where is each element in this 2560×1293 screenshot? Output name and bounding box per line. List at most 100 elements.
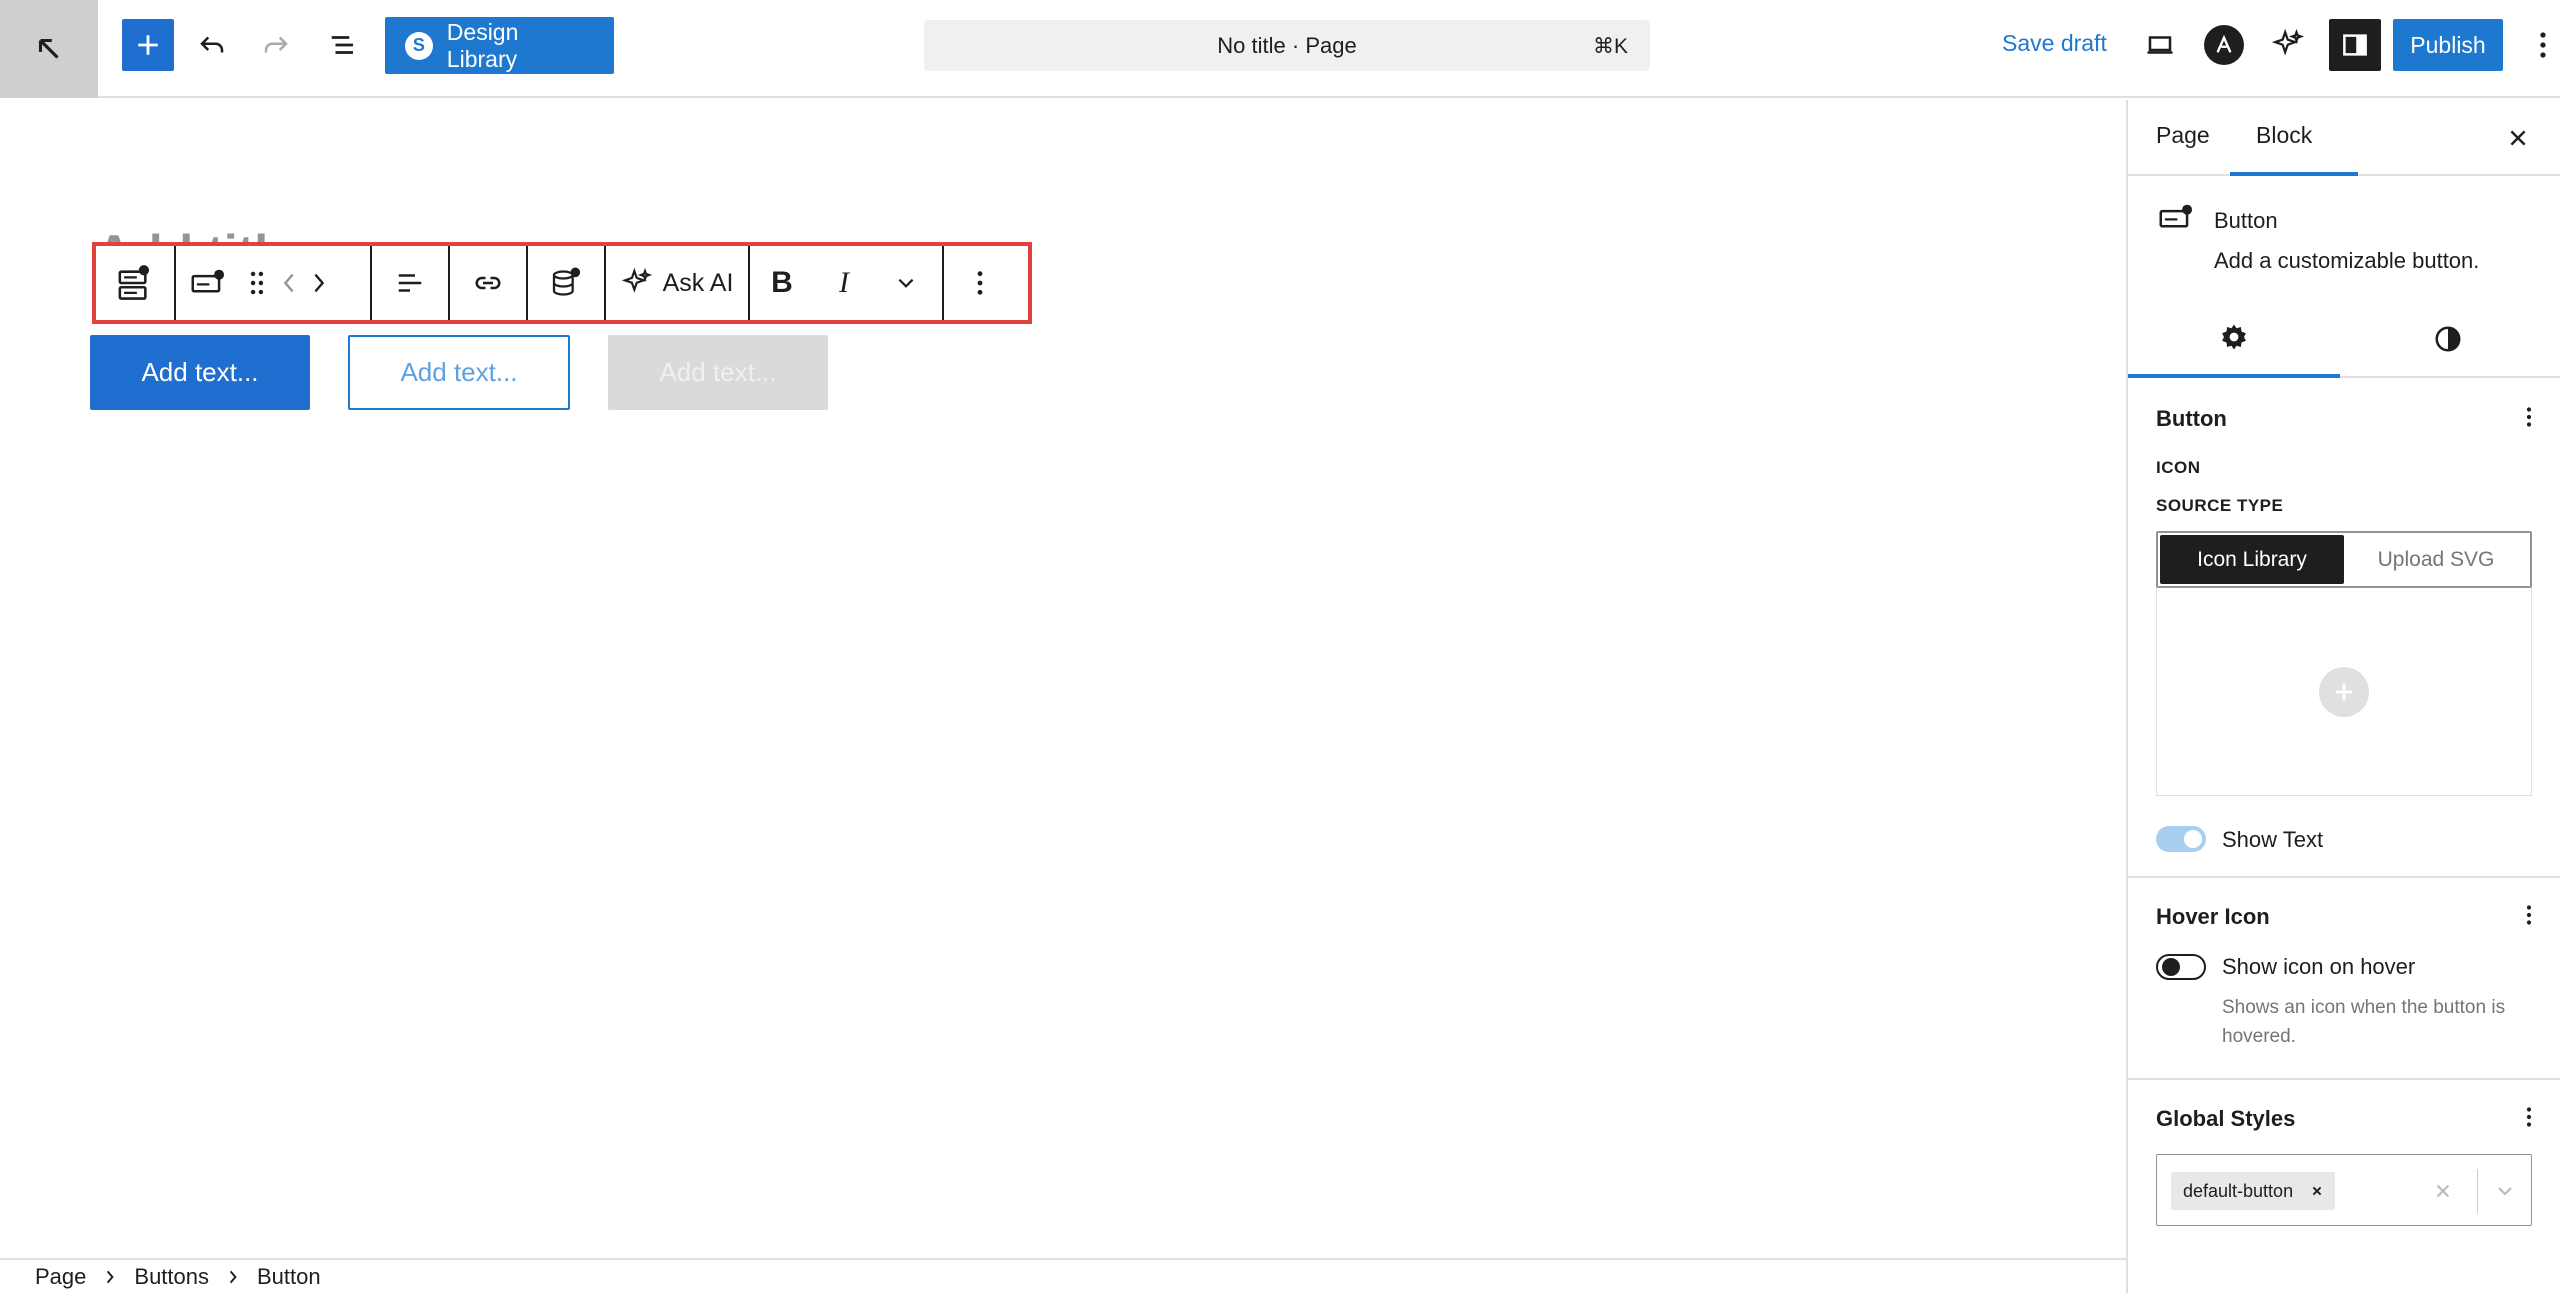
settings-sidebar-toggle[interactable] — [2329, 19, 2381, 71]
desktop-preview-icon — [2147, 36, 2173, 54]
show-text-toggle[interactable] — [2156, 826, 2206, 852]
active-tab-indicator — [2230, 172, 2358, 176]
move-left-button[interactable] — [274, 246, 304, 320]
block-toolbar: Ask AI B I — [92, 242, 1032, 324]
save-draft-button[interactable]: Save draft — [2002, 30, 2107, 57]
contrast-icon — [2435, 326, 2461, 352]
hover-icon-help-text: Shows an icon when the button is hovered… — [2222, 997, 2506, 1047]
close-icon — [2436, 1184, 2450, 1198]
chevron-down-icon — [898, 278, 914, 288]
toolbar-group-ai: Ask AI — [606, 246, 750, 320]
tab-page[interactable]: Page — [2156, 122, 2210, 149]
button-block-primary[interactable]: Add text... — [90, 335, 310, 410]
button-block-ghost[interactable]: Add text... — [608, 335, 828, 410]
chevron-right-icon — [229, 1270, 237, 1283]
toggle-knob — [2184, 830, 2202, 848]
style-chip: default-button — [2171, 1172, 2336, 1210]
tab-block[interactable]: Block — [2256, 122, 2312, 149]
tab-block-settings[interactable] — [2128, 300, 2340, 378]
dynamic-content-button[interactable] — [528, 246, 604, 320]
breadcrumb: Page Buttons Button — [0, 1258, 2126, 1293]
document-overview-button[interactable] — [314, 16, 372, 74]
ai-assistant-button[interactable] — [2262, 16, 2314, 74]
vertical-ellipsis-icon — [2540, 32, 2546, 58]
toolbar-group-link — [450, 246, 528, 320]
chevron-down-icon — [2498, 1187, 2512, 1196]
icon-label: ICON — [2156, 458, 2201, 477]
link-button[interactable] — [450, 246, 526, 320]
sidebar-icon — [2343, 34, 2367, 56]
show-icon-on-hover-toggle[interactable] — [2156, 954, 2206, 980]
button-block-outline[interactable]: Add text... — [348, 335, 570, 410]
design-library-logo-icon: S — [405, 31, 433, 60]
toolbar-group-block — [176, 246, 372, 320]
close-sidebar-button[interactable] — [2498, 118, 2538, 158]
block-switcher-button[interactable] — [176, 246, 240, 320]
icon-picker-area[interactable] — [2156, 588, 2532, 796]
button-block-icon — [2159, 204, 2193, 228]
global-styles-options-button[interactable] — [2514, 1102, 2544, 1132]
redo-icon — [264, 36, 288, 53]
astra-settings-button[interactable] — [2198, 16, 2250, 74]
clear-selection-button[interactable] — [2425, 1173, 2461, 1209]
back-to-dashboard-button[interactable] — [0, 0, 98, 98]
editor-header: S Design Library No title · Page ⌘K Save… — [0, 0, 2560, 98]
section-options-button[interactable] — [2514, 402, 2544, 432]
buttons-block: Add text... Add text... Add text... — [90, 335, 828, 410]
breadcrumb-item-button[interactable]: Button — [257, 1264, 321, 1290]
design-library-button[interactable]: S Design Library — [385, 17, 614, 74]
block-inserter-button[interactable] — [122, 19, 174, 71]
global-style-select[interactable]: default-button — [2156, 1154, 2532, 1226]
remove-chip-icon[interactable] — [2311, 1185, 2323, 1197]
hover-icon-options-button[interactable] — [2514, 900, 2544, 930]
ask-ai-label: Ask AI — [662, 268, 734, 297]
breadcrumb-item-page[interactable]: Page — [35, 1264, 86, 1290]
publish-button[interactable]: Publish — [2393, 19, 2503, 71]
database-icon — [552, 267, 581, 296]
vertical-ellipsis-icon — [977, 271, 983, 295]
undo-button[interactable] — [186, 16, 238, 74]
settings-sidebar: Page Block Button Add a customizable but… — [2126, 100, 2560, 1293]
style-dropdown-button[interactable] — [2487, 1173, 2523, 1209]
redo-button[interactable] — [250, 16, 302, 74]
preview-button[interactable] — [2134, 16, 2186, 74]
chevron-right-icon — [107, 1270, 115, 1283]
tab-block-styles[interactable] — [2342, 300, 2554, 378]
sidebar-tabs: Page Block — [2128, 100, 2560, 176]
block-inspector-tabs — [2128, 300, 2560, 378]
block-options-button[interactable] — [944, 246, 1016, 320]
gear-icon — [2222, 324, 2246, 350]
drag-handle[interactable] — [240, 246, 274, 320]
command-bar-title: No title · Page — [1217, 32, 1357, 58]
align-button[interactable] — [372, 246, 448, 320]
section-divider — [2128, 876, 2560, 878]
source-type-label: SOURCE TYPE — [2156, 496, 2284, 515]
show-icon-on-hover-label: Show icon on hover — [2222, 954, 2416, 979]
more-formats-button[interactable] — [874, 246, 938, 320]
command-palette-bar[interactable]: No title · Page ⌘K — [924, 20, 1650, 71]
breadcrumb-item-buttons[interactable]: Buttons — [134, 1264, 209, 1290]
source-option-upload-svg[interactable]: Upload SVG — [2344, 535, 2528, 584]
sparkles-icon — [2271, 28, 2305, 56]
block-card-description: Add a customizable button. — [2214, 248, 2480, 273]
section-title-global-styles: Global Styles — [2156, 1106, 2296, 1131]
section-divider — [2128, 1078, 2560, 1080]
bold-button[interactable]: B — [750, 246, 814, 320]
move-right-button[interactable] — [304, 246, 334, 320]
ask-ai-button[interactable]: Ask AI — [606, 246, 748, 320]
vertical-ellipsis-icon — [2526, 1107, 2532, 1127]
astra-logo-icon — [2204, 25, 2244, 65]
italic-button[interactable]: I — [814, 246, 874, 320]
select-parent-button[interactable] — [96, 246, 172, 320]
source-option-icon-library[interactable]: Icon Library — [2160, 535, 2344, 584]
section-title-hover-icon: Hover Icon — [2156, 904, 2270, 929]
link-icon — [475, 276, 501, 290]
plus-icon — [2335, 683, 2353, 700]
add-icon-button[interactable] — [2319, 666, 2369, 717]
toolbar-group-format: B I — [750, 246, 944, 320]
vertical-ellipsis-icon — [2526, 905, 2532, 925]
sparkles-icon — [621, 267, 652, 293]
options-menu-button[interactable] — [2528, 16, 2558, 74]
close-icon — [2510, 130, 2526, 146]
drag-handle-icon — [250, 271, 264, 295]
